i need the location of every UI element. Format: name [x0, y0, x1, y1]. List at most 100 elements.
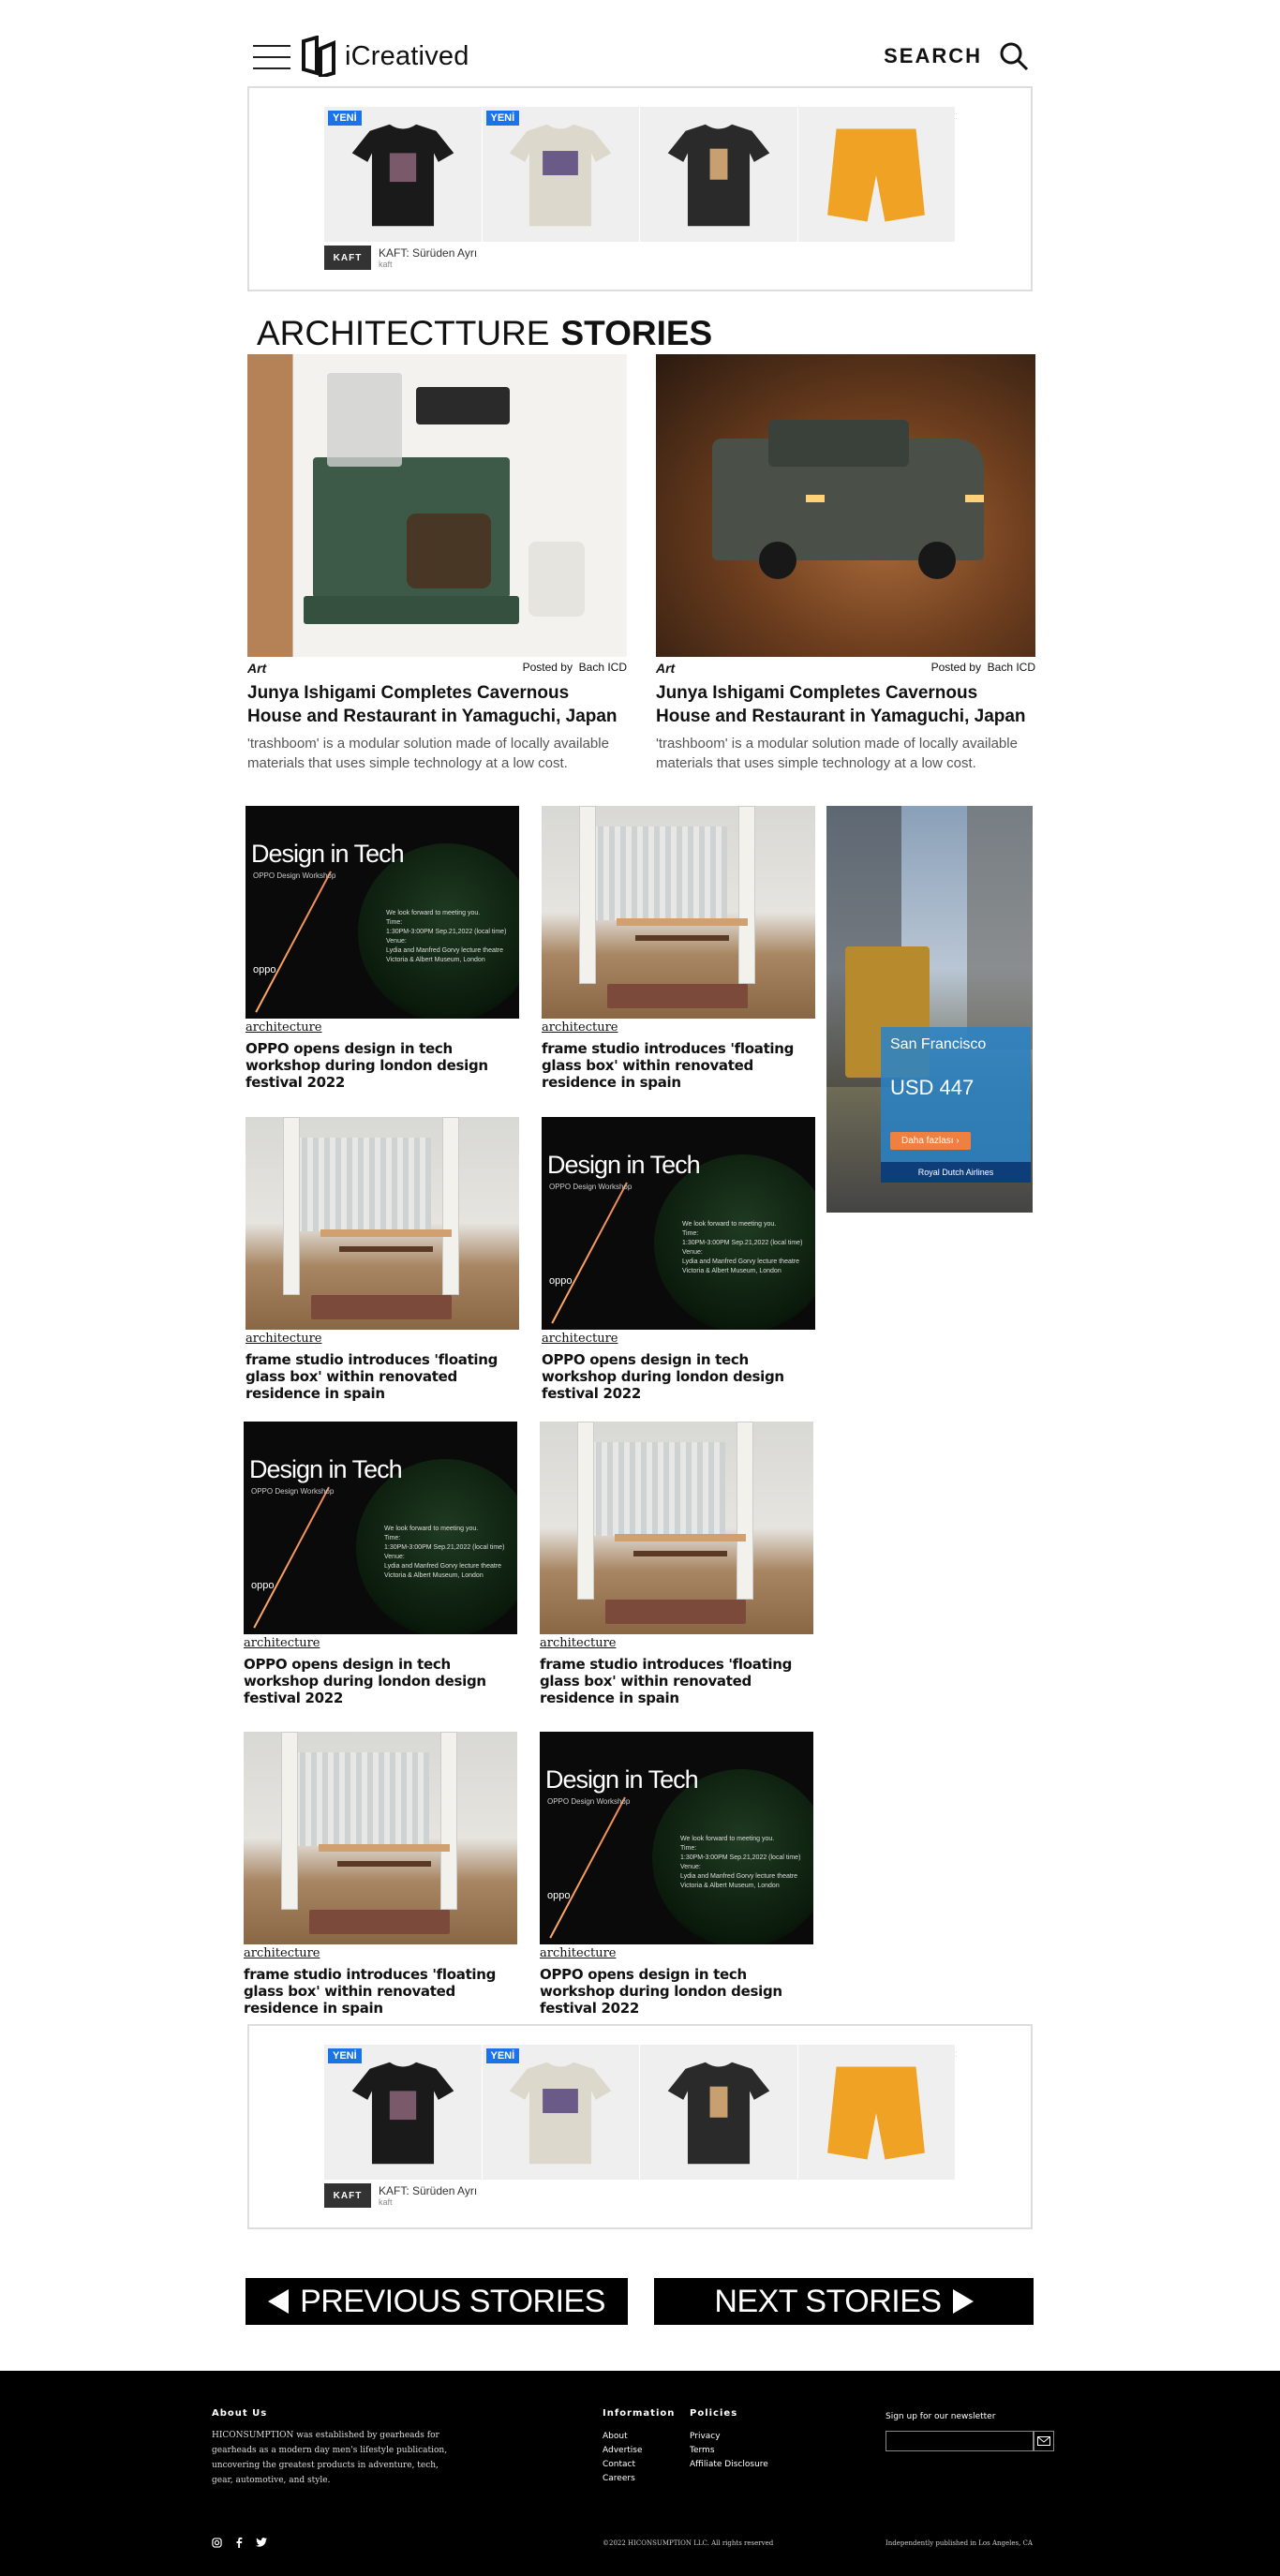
glass-box-interior-image[interactable]: [246, 1117, 519, 1330]
card-title[interactable]: frame studio introduces 'floating glass …: [540, 1656, 813, 1706]
pickup-truck-image[interactable]: [656, 354, 1035, 657]
search-button[interactable]: SEARCH: [884, 41, 1029, 71]
featured-story[interactable]: Art Posted by Bach ICD Junya Ishigami Co…: [247, 354, 627, 773]
author-name[interactable]: Bach ICD: [579, 661, 627, 674]
dining-table: [339, 1246, 433, 1252]
previous-stories-button[interactable]: PREVIOUS STORIES: [246, 2278, 628, 2325]
ad-brand-sub: kaft: [379, 260, 393, 269]
card-category[interactable]: architecture: [542, 1020, 815, 1035]
top-ad-banner[interactable]: ⓘ ✕ YENİ YENİ KAFT KAFT: Sürüden Ayrı ka…: [247, 86, 1033, 291]
glass-box-interior-image[interactable]: [244, 1732, 517, 1944]
story-card[interactable]: Design in Tech OPPO Design Workshop We loo…: [540, 1732, 813, 2017]
design-in-tech-image[interactable]: Design in Tech OPPO Design Workshop We loo…: [246, 806, 519, 1019]
featured-story[interactable]: Art Posted by Bach ICD Junya Ishigami Co…: [656, 354, 1035, 773]
ad-brand-info[interactable]: KAFT KAFT: Sürüden Ayrı kaft: [324, 2183, 477, 2208]
ad-product-tile[interactable]: YENİ: [324, 2045, 483, 2180]
featured-category[interactable]: Art: [247, 661, 266, 676]
card-category[interactable]: architecture: [244, 1636, 517, 1650]
featured-title[interactable]: Junya Ishigami Completes Cavernous House…: [247, 681, 627, 728]
ad-brand-logo: KAFT: [324, 2183, 371, 2208]
story-card[interactable]: Design in Tech OPPO Design Workshop We loo…: [246, 806, 519, 1091]
more-info-button[interactable]: Daha fazlası ›: [890, 1132, 971, 1150]
card-title[interactable]: frame studio introduces 'floating glass …: [542, 1040, 815, 1091]
footer-info-link[interactable]: Advertise: [603, 2444, 675, 2458]
shelf: [617, 918, 748, 926]
ad-product-tile[interactable]: YENİ: [324, 107, 483, 242]
column: [442, 1117, 459, 1295]
card-category[interactable]: architecture: [244, 1946, 517, 1960]
footer-info-link[interactable]: About: [603, 2430, 675, 2444]
dining-table: [635, 935, 729, 941]
tech-image-info: We look forward to meeting you. Time: 1:…: [386, 910, 507, 963]
curtain: [290, 1138, 431, 1231]
story-card[interactable]: architecture frame studio introduces 'flo…: [246, 1117, 519, 1402]
card-category[interactable]: architecture: [540, 1946, 813, 1960]
card-title[interactable]: OPPO opens design in tech workshop durin…: [244, 1656, 517, 1706]
twitter-icon[interactable]: [256, 2538, 267, 2547]
shorts-yellow-icon: [827, 2066, 926, 2160]
coffee-maker-image[interactable]: [247, 354, 627, 657]
facebook-icon[interactable]: [235, 2537, 243, 2548]
story-card[interactable]: architecture frame studio introduces 'flo…: [542, 806, 815, 1091]
curtain: [289, 1752, 429, 1846]
card-category[interactable]: architecture: [246, 1332, 519, 1346]
design-in-tech-image[interactable]: Design in Tech OPPO Design Workshop We loo…: [542, 1117, 815, 1330]
newsletter-submit-button[interactable]: [1034, 2431, 1054, 2451]
ad-product-tile[interactable]: YENİ: [482, 2045, 640, 2180]
footer-policy-link[interactable]: Privacy: [690, 2430, 768, 2444]
design-in-tech-image[interactable]: Design in Tech OPPO Design Workshop We loo…: [540, 1732, 813, 1944]
posted-by-label: Posted by: [522, 661, 573, 674]
story-card[interactable]: Design in Tech OPPO Design Workshop We loo…: [542, 1117, 815, 1402]
card-title[interactable]: OPPO opens design in tech workshop durin…: [246, 1040, 519, 1091]
instagram-icon[interactable]: [212, 2537, 222, 2548]
ad-brand-info[interactable]: KAFT KAFT: Sürüden Ayrı kaft: [324, 246, 477, 270]
about-heading: About Us: [212, 2408, 268, 2419]
glass-box-interior-image[interactable]: [540, 1422, 813, 1634]
logo[interactable]: iCreatived: [300, 34, 469, 79]
design-in-tech-image[interactable]: Design in Tech OPPO Design Workshop We loo…: [244, 1422, 517, 1634]
glass-box-interior-image[interactable]: [542, 806, 815, 1019]
story-card[interactable]: Design in Tech OPPO Design Workshop We loo…: [244, 1422, 517, 1706]
ad-product-row: YENİ YENİ: [324, 107, 956, 242]
card-title[interactable]: frame studio introduces 'floating glass …: [244, 1966, 517, 2017]
card-category[interactable]: architecture: [540, 1636, 813, 1650]
tech-image-sub: OPPO Design Workshop: [253, 871, 336, 880]
featured-category[interactable]: Art: [656, 661, 675, 676]
ad-product-tile[interactable]: [797, 2045, 956, 2180]
footer-info-link[interactable]: Contact: [603, 2458, 675, 2472]
card-category[interactable]: architecture: [542, 1332, 815, 1346]
featured-meta: Art Posted by Bach ICD: [247, 661, 627, 676]
story-card[interactable]: architecture frame studio introduces 'flo…: [540, 1422, 813, 1706]
footer-policy-link[interactable]: Affiliate Disclosure: [690, 2458, 768, 2472]
card-title[interactable]: frame studio introduces 'floating glass …: [246, 1351, 519, 1402]
author-name[interactable]: Bach ICD: [988, 661, 1035, 674]
ad-product-tile[interactable]: [640, 2045, 798, 2180]
column: [283, 1117, 300, 1295]
card-title[interactable]: OPPO opens design in tech workshop durin…: [540, 1966, 813, 2017]
card-category[interactable]: architecture: [246, 1020, 519, 1035]
oppo-logo: oppo: [547, 1890, 571, 1901]
ad-product-row: YENİ YENİ: [324, 2045, 956, 2180]
footer-info-link[interactable]: Careers: [603, 2472, 675, 2486]
column: [281, 1732, 298, 1910]
side-ad-banner[interactable]: San Francisco USD 447 Daha fazlası › Roy…: [826, 806, 1033, 1213]
footer-policy-link[interactable]: Terms: [690, 2444, 768, 2458]
newsletter-email-input[interactable]: [886, 2431, 1034, 2451]
bottom-ad-banner[interactable]: ⓘ ✕ YENİ YENİ KAFT KAFT: Sürüden Ayrı ka…: [247, 2024, 1033, 2229]
oppo-logo: oppo: [251, 1580, 275, 1591]
flight-offer-panel[interactable]: San Francisco USD 447 Daha fazlası › Roy…: [881, 1027, 1031, 1183]
section-title-light: ARCHITECTTURE: [257, 314, 550, 352]
card-title[interactable]: OPPO opens design in tech workshop durin…: [542, 1351, 815, 1402]
light-beam: [255, 871, 332, 1013]
envelope-icon: [1037, 2436, 1050, 2446]
dining-table: [337, 1861, 431, 1867]
ad-product-tile[interactable]: [797, 107, 956, 242]
information-heading: Information: [603, 2408, 676, 2419]
ad-product-tile[interactable]: [640, 107, 798, 242]
story-card[interactable]: architecture frame studio introduces 'flo…: [244, 1732, 517, 2017]
column: [440, 1732, 457, 1910]
next-stories-button[interactable]: NEXT STORIES: [654, 2278, 1034, 2325]
featured-title[interactable]: Junya Ishigami Completes Cavernous House…: [656, 681, 1035, 728]
menu-icon[interactable]: [253, 45, 290, 71]
ad-product-tile[interactable]: YENİ: [482, 107, 640, 242]
